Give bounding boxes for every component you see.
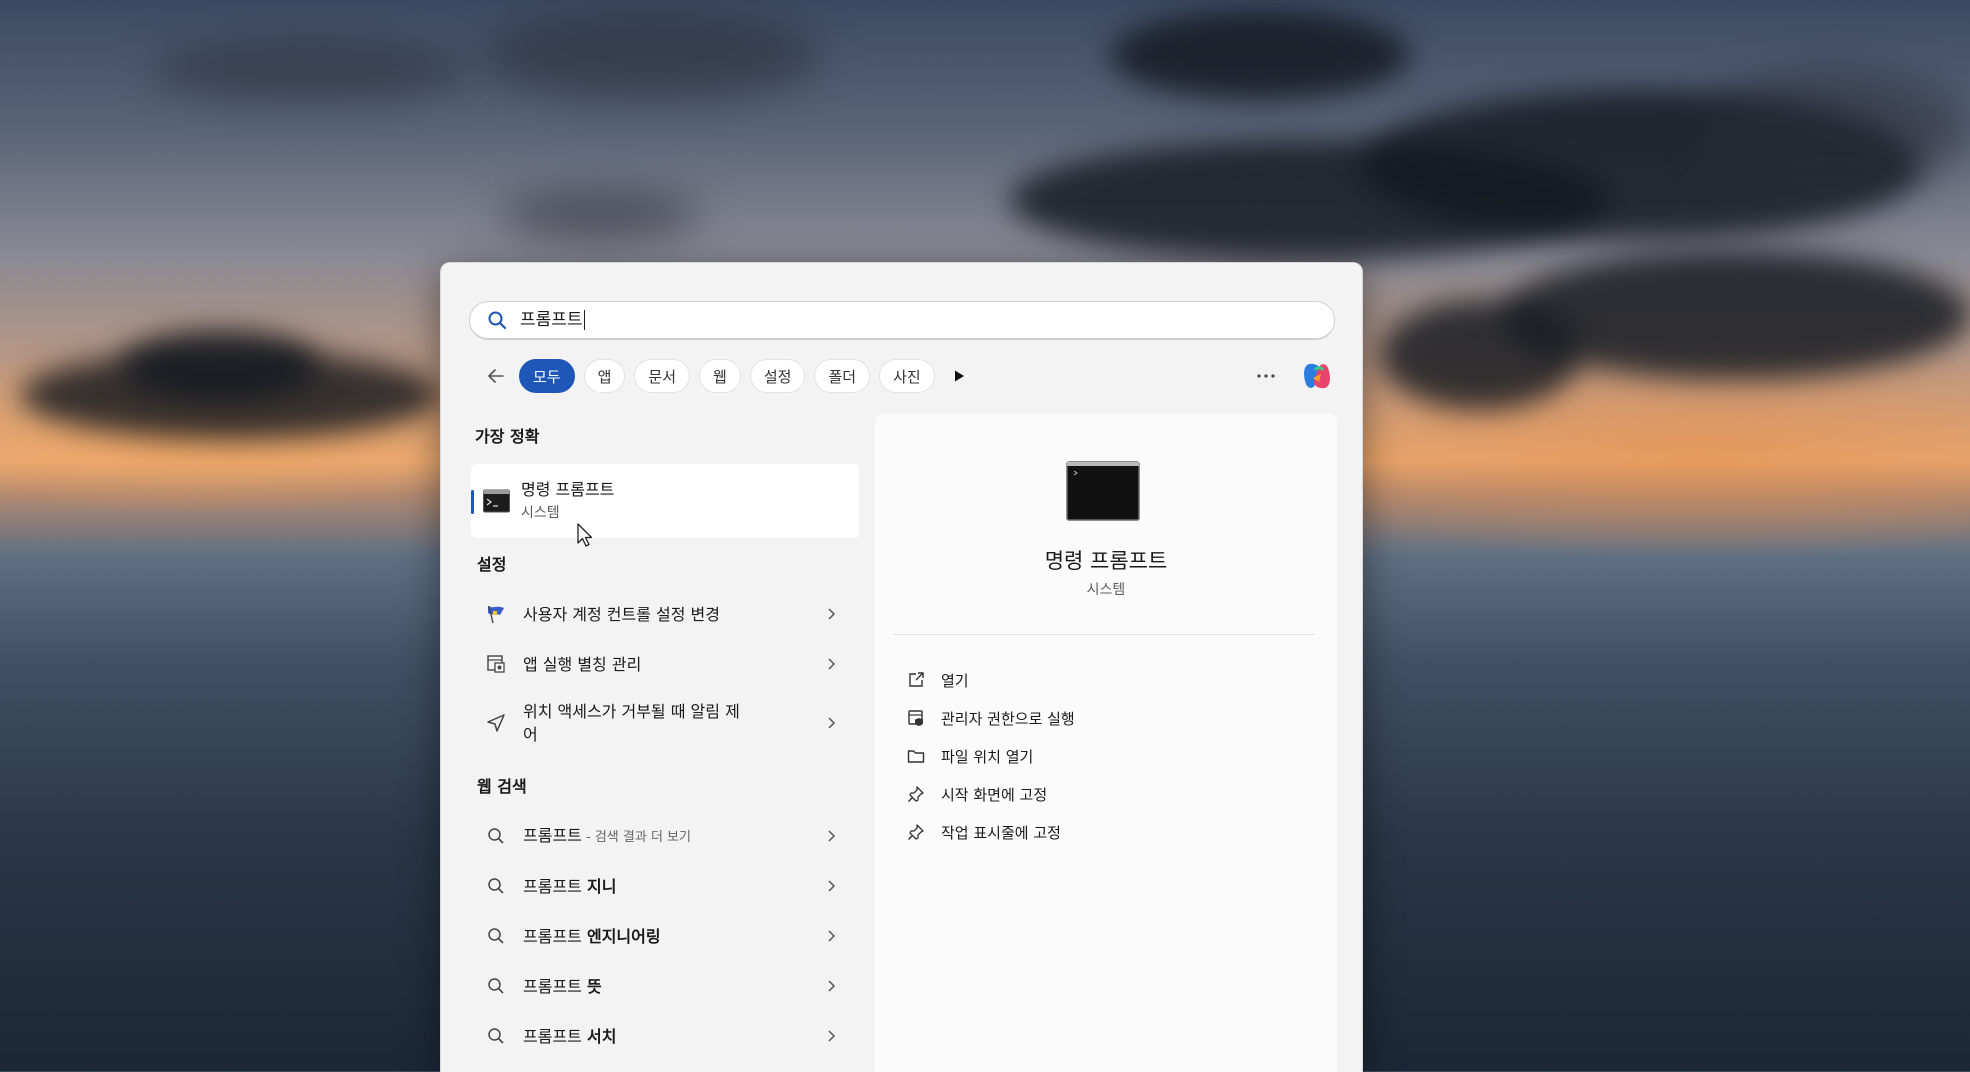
search-icon [485, 925, 507, 947]
action-run-as-admin[interactable]: 관리자 권한으로 실행 [905, 706, 1075, 730]
location-arrow-icon [485, 712, 507, 734]
settings-item-app-alias[interactable]: 앱 실행 별칭 관리 [471, 648, 861, 680]
action-open-file-location[interactable]: 파일 위치 열기 [905, 744, 1033, 768]
command-prompt-icon [483, 489, 510, 513]
mouse-cursor-icon [577, 523, 595, 549]
web-search-label: 프롬프트 - 검색 결과 더 보기 [523, 824, 691, 849]
web-search-suggestion: 지니 [586, 876, 617, 896]
web-search-label: 프롬프트 엔지니어링 [523, 925, 661, 948]
web-search-query: 프롬프트 [523, 825, 582, 845]
chevron-right-icon [823, 828, 839, 844]
best-match-result[interactable]: 명령 프롬프트 시스템 [471, 464, 859, 538]
copilot-icon[interactable] [1299, 358, 1335, 394]
filter-chip-apps[interactable]: 앱 [583, 359, 626, 393]
web-search-item[interactable]: 프롬프트 뜻 [471, 970, 861, 1002]
action-open[interactable]: 열기 [905, 668, 969, 692]
app-alias-icon [485, 653, 507, 675]
web-search-query: 프롬프트 [523, 976, 587, 996]
web-search-heading: 웹 검색 [477, 777, 527, 796]
chevron-right-icon [823, 878, 839, 894]
best-match-heading: 가장 정확 [475, 427, 540, 446]
best-match-subtitle: 시스템 [521, 505, 560, 521]
filter-chip-web[interactable]: 웹 [699, 359, 741, 393]
chevron-right-icon [823, 656, 839, 672]
ellipsis-icon[interactable] [1251, 362, 1281, 390]
search-icon [485, 975, 507, 997]
search-box[interactable]: 프롬프트 [469, 301, 1335, 340]
chevron-right-icon [823, 606, 839, 622]
web-search-suffix: - 검색 결과 더 보기 [581, 829, 691, 845]
action-label: 작업 표시줄에 고정 [941, 823, 1061, 842]
detail-pane: 명령 프롬프트 시스템 열기 관리자 권한으로 실행 파일 위치 열기 시작 화… [875, 414, 1337, 1072]
settings-item-label: 사용자 계정 컨트롤 설정 변경 [523, 604, 720, 624]
action-label: 시작 화면에 고정 [941, 785, 1048, 804]
chevron-right-icon [823, 978, 839, 994]
folder-icon [905, 745, 927, 767]
start-search-panel: 프롬프트 모두 앱 문서 웹 설정 폴더 사진 가장 정확 명령 프롬프트 시스… [440, 262, 1363, 1072]
web-search-item[interactable]: 프롬프트 지니 [471, 870, 861, 902]
admin-shield-icon [905, 707, 927, 729]
action-label: 열기 [941, 671, 969, 690]
web-search-query: 프롬프트 [523, 1026, 587, 1046]
filter-bar: 모두 앱 문서 웹 설정 폴더 사진 [481, 358, 1341, 394]
play-triangle-icon[interactable] [948, 365, 970, 387]
web-search-item[interactable]: 프롬프트 - 검색 결과 더 보기 [471, 820, 861, 852]
action-pin-to-taskbar[interactable]: 작업 표시줄에 고정 [905, 820, 1061, 844]
command-prompt-icon [1066, 461, 1140, 521]
filter-chip-documents[interactable]: 문서 [634, 359, 691, 393]
web-search-item[interactable]: 프롬프트 서치 [471, 1020, 861, 1052]
chevron-right-icon [823, 928, 839, 944]
chevron-right-icon [823, 1028, 839, 1044]
search-input[interactable]: 프롬프트 [520, 310, 585, 330]
filter-chip-settings[interactable]: 설정 [749, 359, 806, 393]
arrow-left-icon[interactable] [481, 361, 511, 391]
filter-chip-photos[interactable]: 사진 [879, 359, 935, 393]
selection-indicator [471, 490, 474, 514]
search-icon [485, 825, 507, 847]
settings-item-uac[interactable]: 사용자 계정 컨트롤 설정 변경 [471, 598, 861, 630]
settings-item-location-notify[interactable]: 위치 액세스가 거부될 때 알림 제 어 [471, 698, 861, 748]
action-label: 관리자 권한으로 실행 [941, 709, 1075, 728]
action-pin-to-start[interactable]: 시작 화면에 고정 [905, 782, 1047, 806]
web-search-label: 프롬프트 뜻 [523, 975, 602, 998]
detail-subtitle: 시스템 [1086, 582, 1126, 598]
web-search-query: 프롬프트 [523, 876, 587, 896]
chevron-right-icon [823, 715, 839, 731]
open-external-icon [905, 669, 927, 691]
search-icon [485, 875, 507, 897]
settings-item-label-line1: 위치 액세스가 거부될 때 알림 제 [523, 702, 740, 721]
detail-title: 명령 프롬프트 [1044, 549, 1168, 573]
search-icon [486, 309, 508, 331]
divider [893, 634, 1315, 635]
search-icon [485, 1025, 507, 1047]
settings-item-label: 앱 실행 별칭 관리 [523, 654, 642, 674]
filter-chip-folders[interactable]: 폴더 [814, 359, 871, 393]
web-search-suggestion: 뜻 [586, 976, 602, 996]
web-search-suggestion: 엔지니어링 [586, 926, 661, 946]
web-search-item[interactable]: 프롬프트 엔지니어링 [471, 920, 861, 952]
action-label: 파일 위치 열기 [941, 747, 1034, 766]
web-search-label: 프롬프트 지니 [523, 875, 616, 898]
web-search-label: 프롬프트 서치 [523, 1025, 616, 1048]
pin-icon [905, 821, 927, 843]
uac-flag-icon [485, 603, 507, 625]
web-search-suggestion: 서치 [586, 1026, 617, 1046]
settings-item-label: 위치 액세스가 거부될 때 알림 제 어 [523, 700, 740, 746]
pin-icon [905, 783, 927, 805]
web-search-query: 프롬프트 [523, 926, 587, 946]
filter-chip-all[interactable]: 모두 [519, 359, 575, 393]
settings-item-label-line2: 어 [523, 725, 538, 744]
best-match-title: 명령 프롬프트 [521, 480, 615, 499]
settings-heading: 설정 [477, 555, 507, 574]
